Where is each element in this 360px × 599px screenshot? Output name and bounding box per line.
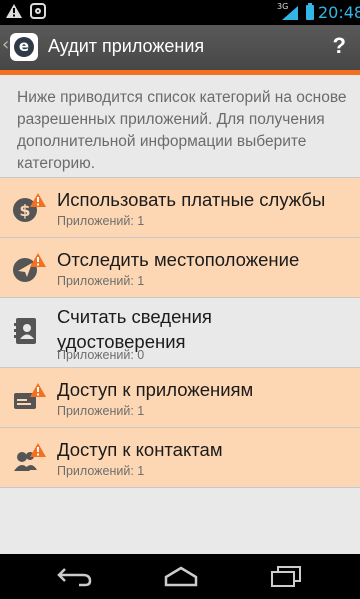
category-title: Доступ к контактам: [57, 439, 223, 460]
category-list: $ Использовать платные службы Приложений…: [0, 177, 360, 488]
paid-services-icon: $: [13, 193, 46, 222]
action-bar: ‹ e Аудит приложения ?: [0, 25, 360, 75]
description-text: Ниже приводится список категорий на осно…: [17, 89, 347, 172]
list-item-identity[interactable]: Считать сведения удостоверения Приложени…: [0, 297, 360, 367]
category-title: Использовать платные службы: [57, 189, 326, 210]
app-access-icon: [14, 383, 46, 409]
identity-icon: [14, 318, 36, 344]
app-logo[interactable]: e: [10, 33, 38, 61]
warning-icon: [6, 4, 22, 18]
category-title: Считать сведения удостоверения: [57, 306, 212, 352]
category-count: Приложений: 0: [57, 348, 145, 362]
category-count: Приложений: 1: [57, 404, 145, 418]
status-bar: 3G 20:48: [0, 0, 360, 25]
list-divider: [0, 487, 360, 488]
svg-text:$: $: [19, 201, 30, 220]
list-item-paid-services[interactable]: $ Использовать платные службы Приложений…: [0, 177, 360, 237]
list-item-contacts[interactable]: Доступ к контактам Приложений: 1: [0, 427, 360, 487]
category-count: Приложений: 1: [57, 464, 145, 478]
up-caret-icon[interactable]: ‹: [2, 36, 9, 54]
location-icon: [13, 253, 46, 282]
clock: 20:48: [318, 3, 360, 22]
home-icon[interactable]: [163, 565, 199, 587]
list-item-location[interactable]: Отследить местоположение Приложений: 1: [0, 237, 360, 297]
back-icon[interactable]: [57, 565, 93, 587]
list-item-app-access[interactable]: Доступ к приложениям Приложений: 1: [0, 367, 360, 427]
category-title: Доступ к приложениям: [57, 379, 254, 400]
signal-icon: [282, 6, 298, 20]
app-notification-icon: [30, 3, 46, 19]
help-button[interactable]: ?: [333, 33, 346, 59]
page-title: Аудит приложения: [48, 36, 205, 56]
battery-icon: [306, 3, 314, 20]
navigation-bar: [0, 554, 360, 599]
category-title: Отследить местоположение: [57, 249, 300, 270]
contacts-icon: [14, 443, 46, 471]
recent-apps-icon[interactable]: [268, 565, 304, 587]
category-count: Приложений: 1: [57, 274, 145, 288]
category-count: Приложений: 1: [57, 214, 145, 228]
logo-letter: e: [14, 37, 34, 57]
